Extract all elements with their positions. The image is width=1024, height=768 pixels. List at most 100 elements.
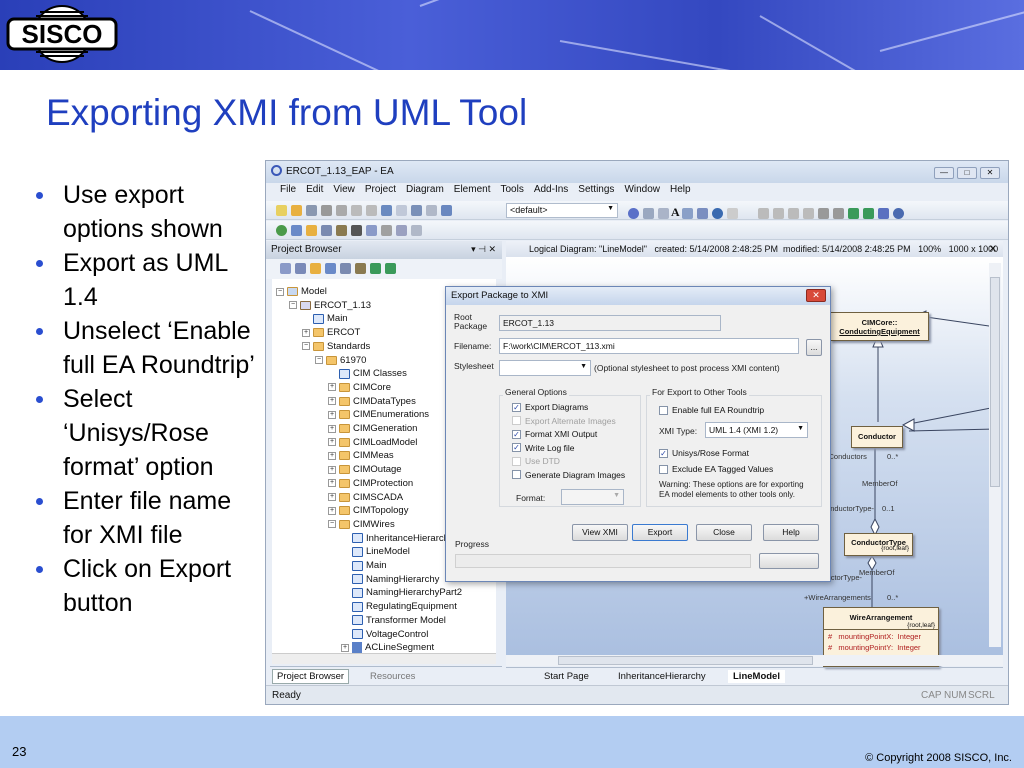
uml-class-conducting-equipment[interactable]: CIMCore:: ConductingEquipment [830,312,929,341]
new-diagram-icon[interactable] [295,263,306,274]
folder-icon[interactable] [310,263,321,274]
redo-icon[interactable] [366,205,377,216]
book-icon[interactable] [396,225,407,236]
unisys-rose-checkbox[interactable]: ✓ Unisys/Rose Format [659,448,749,458]
expand-icon[interactable]: + [328,383,336,392]
outline-icon[interactable] [411,225,422,236]
tree-item[interactable]: + CIMProtection [328,477,413,490]
diagram-icon[interactable] [325,263,336,274]
tree-item[interactable]: − Model [276,285,327,298]
forward-icon[interactable] [863,207,875,219]
expand-icon[interactable]: + [328,451,336,460]
tab-resources[interactable]: Resources [366,670,419,683]
maximize-button[interactable]: □ [957,167,977,179]
menu-element[interactable]: Element [454,184,491,195]
table-icon[interactable] [426,205,437,216]
tree-item[interactable]: + CIMLoadModel [328,436,417,449]
tree-item[interactable]: + CIMTopology [328,504,408,517]
align-icon[interactable] [803,207,815,219]
binoculars-icon[interactable] [351,225,362,236]
expand-icon[interactable]: + [328,506,336,515]
tree-item[interactable]: NamingHierarchy [341,573,439,586]
expand-icon[interactable]: + [328,493,336,501]
expand-icon[interactable]: + [341,643,349,652]
format-select[interactable]: ▼ [561,489,624,505]
print-preview-icon[interactable] [381,205,392,216]
menu-view[interactable]: View [333,184,355,195]
enable-roundtrip-checkbox[interactable]: Enable full EA Roundtrip [659,405,764,415]
print-icon[interactable] [411,205,422,216]
tree-item[interactable]: − ERCOT_1.13 [289,299,371,312]
paste-icon[interactable] [336,205,347,216]
collapse-icon[interactable]: − [276,287,284,296]
general-option-checkbox[interactable]: Export Alternate Images [512,416,616,426]
image-icon[interactable] [681,207,693,219]
tree-item[interactable]: + CIMOutage [328,463,402,476]
general-option-checkbox[interactable]: Generate Diagram Images [512,470,625,480]
uml-class-conductor[interactable]: Conductor [851,426,903,448]
align-icon[interactable] [773,207,785,219]
tree-item[interactable]: + CIMMeas [328,449,394,462]
tab-project-browser[interactable]: Project Browser [272,669,350,684]
xmi-type-select[interactable]: UML 1.4 (XMI 1.2) ▼ [705,422,808,438]
expand-icon[interactable]: + [328,438,336,447]
filename-input[interactable]: F:\work\CIM\ERCOT_113.xmi [499,338,799,354]
close-button[interactable]: Close [696,524,752,541]
order-icon[interactable] [833,207,845,219]
order-icon[interactable] [818,207,830,219]
text-icon[interactable] [658,207,669,219]
tree-item[interactable]: + CIMEnumerations [328,408,429,421]
edit-icon[interactable] [366,225,377,236]
export-button[interactable]: Export [632,524,688,541]
tree-hscrollbar[interactable] [272,653,496,664]
general-option-checkbox[interactable]: ✓ Export Diagrams [512,402,588,412]
expand-icon[interactable]: + [302,328,310,337]
search-icon[interactable] [441,205,452,216]
move-up-icon[interactable] [370,263,381,274]
home-icon[interactable] [878,207,890,219]
menu-settings[interactable]: Settings [578,184,614,195]
stylesheet-select[interactable]: ▼ [499,360,591,376]
menu-tools[interactable]: Tools [500,184,523,195]
new-icon[interactable] [276,205,287,216]
align-icon[interactable] [788,207,800,219]
tree-item[interactable]: Main [302,312,348,325]
find-icon[interactable] [336,225,347,236]
expand-icon[interactable]: + [328,410,336,419]
copy-icon[interactable] [321,205,332,216]
list-icon[interactable] [696,207,708,219]
panel-controls[interactable]: ▾ ⊣ ✕ [471,244,496,255]
tree-item[interactable]: Transformer Model [341,614,446,627]
refresh-icon[interactable] [276,225,287,236]
tree-item[interactable]: RegulatingEquipment [341,600,457,613]
menu-window[interactable]: Window [624,184,660,195]
tree-item[interactable]: Main [341,559,387,572]
expand-icon[interactable]: + [328,479,336,488]
tree-item[interactable]: − 61970 [315,354,366,367]
tree-item[interactable]: − CIMWires [328,518,395,531]
undo-icon[interactable] [351,205,362,216]
menu-add-ins[interactable]: Add-Ins [534,184,568,195]
workspace-select[interactable]: <default> ▼ [506,203,618,218]
tree-item[interactable]: − Standards [302,340,370,353]
close-diagram-icon[interactable]: ✕ [989,244,997,255]
collapse-icon[interactable]: − [328,520,336,529]
general-option-checkbox[interactable]: ✓ Format XMI Output [512,429,597,439]
zoom-icon[interactable] [893,207,905,219]
menu-file[interactable]: File [280,184,296,195]
minimize-button[interactable]: — [934,167,954,179]
view-xmi-button[interactable]: View XMI [572,524,628,541]
exclude-tagged-values-checkbox[interactable]: Exclude EA Tagged Values [659,464,773,474]
element-icon[interactable] [340,263,351,274]
tree-item[interactable]: InheritanceHierarchy [341,532,454,545]
move-down-icon[interactable] [385,263,396,274]
note-icon[interactable] [643,207,654,219]
tree-item[interactable]: + CIMDataTypes [328,395,416,408]
uml-class-conductor-type[interactable]: ConductorType {root,leaf} [844,533,913,556]
find-icon[interactable] [355,263,366,274]
tree-item[interactable]: + ERCOT [302,326,360,339]
close-window-button[interactable]: ✕ [980,167,1000,179]
collapse-icon[interactable]: − [315,356,323,364]
tree-item[interactable]: NamingHierarchyPart2 [341,586,462,599]
line-icon[interactable] [726,207,738,219]
